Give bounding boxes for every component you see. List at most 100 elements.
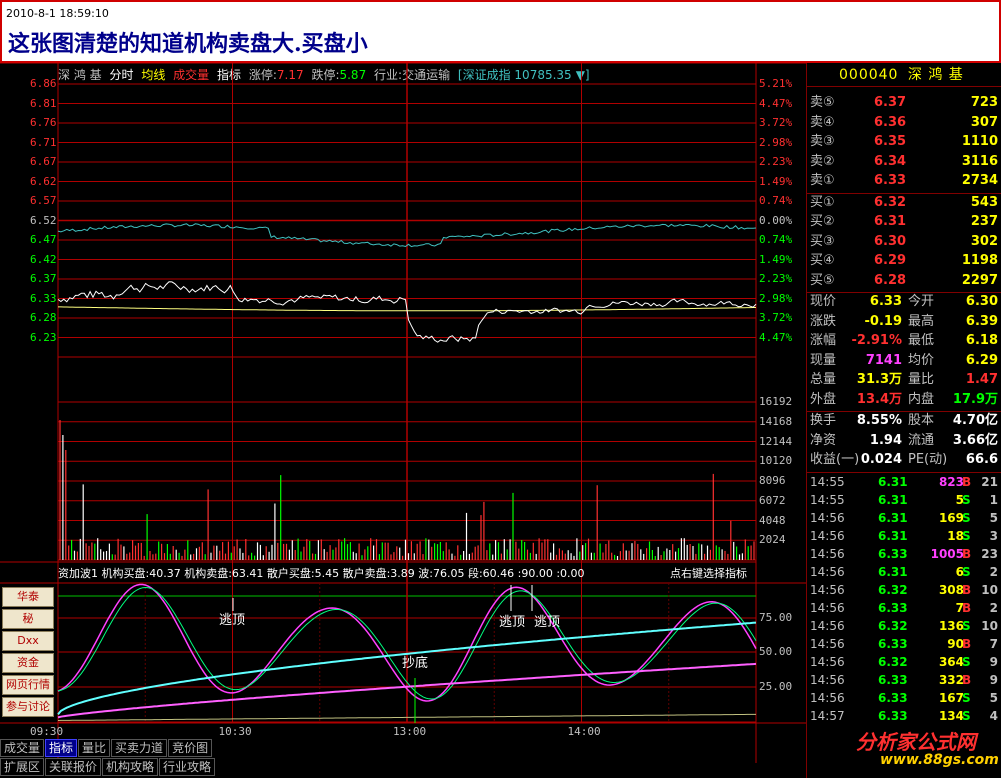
ask-row: 卖③ 6.35 1110 (810, 134, 998, 149)
price-tick-label: 6.81 (30, 96, 57, 110)
indicator-tick-label: 50.00 (759, 645, 793, 658)
percent-tick-label: 0.74% (759, 233, 793, 246)
left-button-discussion[interactable]: 参与讨论 (2, 697, 54, 717)
time-tick-label: 09:30 (30, 725, 64, 738)
stat-row: 收益(一) 0.024 PE(动) 66.6 (810, 452, 998, 467)
stat-row: 涨跌 -0.19 最高 6.39 (810, 313, 998, 329)
tick-row: 14:56 6.31 169 S 5 (810, 510, 998, 525)
stat-row: 现量 7141 均价 6.29 (810, 352, 998, 368)
stock-code: 000040 (839, 67, 899, 83)
percent-tick-label: 4.47% (759, 330, 793, 344)
watermark-url: www.88gs.com (880, 752, 999, 768)
volume-tick-label: 8096 (759, 474, 786, 487)
stock-name-panel: 深 鸿 基 (907, 67, 964, 83)
annotation-bottom-fishing: 抄底 (402, 655, 428, 671)
quote-panel: 000040 深 鸿 基 卖⑤ 6.37 723 卖④ 6.36 307 卖③ 6.35 111… (806, 63, 1001, 778)
indicator-tick-label: 25.00 (759, 680, 793, 693)
tab-auction[interactable]: 竞价图 (168, 739, 213, 757)
price-tick-label: 6.52 (30, 213, 57, 227)
quote-header: 000040 深 鸿 基 (807, 63, 1001, 87)
tab-buy-sell-power[interactable]: 买卖力道 (111, 739, 168, 757)
bid-row: 买④ 6.29 1198 (810, 253, 998, 268)
bid-row: 买② 6.31 237 (810, 214, 998, 229)
percent-tick-label: 0.00% (759, 213, 793, 227)
indicator-hint[interactable]: 点右键选择指标 (670, 565, 747, 581)
volume-tick-label: 12144 (759, 434, 793, 448)
percent-tick-label: 3.72% (759, 311, 793, 324)
time-tick-label: 10:30 (218, 725, 252, 738)
volume-tick-label: 14168 (759, 414, 793, 428)
ask-row: 卖② 6.34 3116 (810, 153, 998, 169)
tick-row: 14:56 6.33 7 B 2 (810, 600, 998, 615)
bid-row: 买③ 6.30 302 (810, 233, 998, 249)
indicator-tick-label: 75.00 (759, 611, 793, 624)
annotation-escape-top: 逃顶 (219, 613, 245, 628)
watermark: 分析家公式网 www.88gs.com (808, 722, 1001, 778)
percent-tick-label: 2.23% (759, 155, 793, 168)
bid-row: 买⑤ 6.28 2297 (810, 272, 998, 288)
percent-tick-label: 1.49% (759, 252, 793, 266)
price-tick-label: 6.42 (30, 252, 57, 266)
stat-row: 现价 6.33 今开 6.30 (810, 294, 998, 309)
tab-institution-guide[interactable]: 机构攻略 (102, 758, 159, 776)
bottom-tabs-row1: 成交量 指标 量比 买卖力道 竞价图 (0, 739, 213, 757)
tick-row: 14:56 6.33 167 S 5 (810, 690, 998, 705)
price-tick-label: 6.47 (30, 233, 57, 246)
volume-tick-label: 10120 (759, 454, 793, 468)
time-tick-label: 14:00 (567, 725, 601, 738)
stat-row: 净资 1.94 流通 3.66亿 (810, 432, 998, 448)
tick-row: 14:56 6.32 136 S 10 (810, 618, 998, 633)
price-tick-label: 6.37 (30, 272, 57, 285)
banner-headline: 这张图清楚的知道机构卖盘大.买盘小 (8, 31, 368, 57)
percent-tick-label: 2.98% (759, 135, 793, 149)
intraday-chart[interactable]: 逃顶 逃顶 逃顶抄底 (0, 63, 806, 778)
price-tick-label: 6.86 (30, 77, 57, 90)
ask-row: 卖⑤ 6.37 723 (810, 95, 998, 110)
percent-tick-label: 4.47% (759, 96, 793, 110)
price-tick-label: 6.33 (30, 291, 57, 305)
banner-timestamp: 2010-8-1 18:59:10 (6, 7, 109, 20)
tick-row: 14:56 6.32 308 B 10 (810, 582, 998, 597)
tick-row: 14:55 6.31 5 S 1 (810, 492, 998, 507)
watermark-name: 分析家公式网 (856, 730, 976, 754)
tab-volume-ratio[interactable]: 量比 (78, 739, 111, 757)
stat-row: 外盘 13.4万 内盘 17.9万 (810, 391, 998, 407)
volume-tick-label: 4048 (759, 513, 786, 527)
title-banner: 2010-8-1 18:59:10 这张图清楚的知道机构卖盘大.买盘小 (0, 0, 1001, 63)
percent-tick-label: 0.74% (759, 194, 793, 207)
tick-row: 14:55 6.31 823 B 21 (810, 474, 998, 489)
stat-row: 涨幅 -2.91% 最低 6.18 (810, 333, 998, 348)
tab-extension[interactable]: 扩展区 (0, 758, 45, 776)
bottom-tabs-row2: 扩展区 关联报价 机构攻略 行业攻略 (0, 758, 216, 776)
tick-row: 14:56 6.31 6 S 2 (810, 564, 998, 579)
price-tick-label: 6.71 (30, 135, 57, 149)
bid-row: 买① 6.32 543 (810, 194, 998, 210)
annotation-escape-top: 逃顶 (499, 615, 525, 630)
left-button-dxx[interactable]: Dxx (2, 631, 54, 651)
tab-industry-guide[interactable]: 行业攻略 (159, 758, 216, 776)
left-button-huatai[interactable]: 华泰 (2, 587, 54, 607)
volume-tick-label: 6072 (759, 493, 786, 507)
tick-row: 14:56 6.32 364 S 9 (810, 654, 998, 669)
tick-row: 14:56 6.31 18 S 3 (810, 528, 998, 543)
tab-related-quote[interactable]: 关联报价 (45, 758, 102, 776)
indicator-header: 资加波1 机构买盘:40.37 机构卖盘:63.41 散户买盘:5.45 散户卖… (58, 567, 585, 580)
price-tick-label: 6.62 (30, 174, 57, 188)
price-tick-label: 6.67 (30, 155, 57, 168)
left-button-funds[interactable]: 资金 (2, 653, 54, 673)
ask-row: 卖④ 6.36 307 (810, 114, 998, 130)
volume-tick-label: 16192 (759, 395, 793, 408)
price-tick-label: 6.23 (30, 330, 57, 344)
price-tick-label: 6.28 (30, 311, 57, 324)
left-button-web-quote[interactable]: 网页行情 (2, 675, 54, 695)
tab-indicator[interactable]: 指标 (45, 739, 78, 757)
percent-tick-label: 2.98% (759, 291, 793, 305)
tab-volume[interactable]: 成交量 (0, 739, 45, 757)
left-button-secret[interactable]: 秘 (2, 609, 54, 629)
percent-tick-label: 2.23% (759, 272, 793, 285)
volume-tick-label: 2024 (759, 533, 786, 547)
indicator-annotations: 逃顶 逃顶 逃顶抄底 (219, 585, 560, 723)
time-tick-label: 13:00 (393, 725, 427, 738)
tick-row: 14:56 6.33 332 B 9 (810, 672, 998, 687)
price-tick-label: 6.57 (30, 194, 57, 207)
